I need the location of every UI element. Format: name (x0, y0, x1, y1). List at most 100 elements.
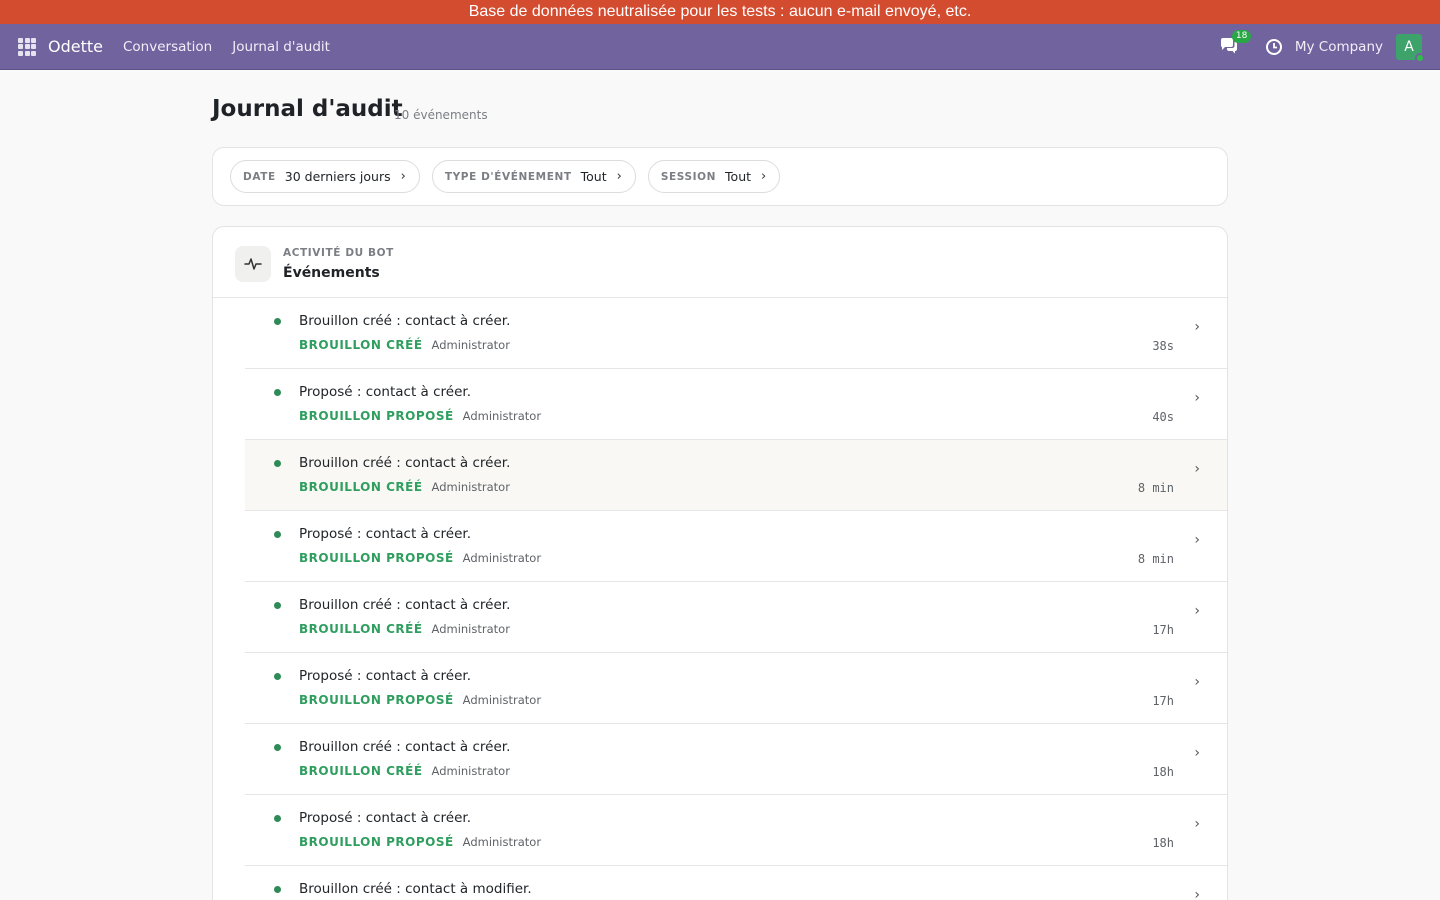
chevron-right-icon: › (400, 169, 406, 184)
event-row[interactable]: Brouillon créé : contact à modifier. › (245, 866, 1227, 900)
event-row[interactable]: Brouillon créé : contact à créer. BROUIL… (245, 298, 1227, 369)
apps-grid-icon[interactable] (18, 37, 36, 56)
chevron-right-icon: › (1194, 461, 1200, 477)
event-time: 38s (1152, 339, 1174, 353)
event-time: 8 min (1137, 552, 1174, 566)
user-avatar[interactable]: A (1396, 33, 1425, 63)
event-tag: BROUILLON PROPOSÉ (299, 693, 454, 707)
chevron-right-icon: › (1194, 887, 1200, 900)
event-text: Proposé : contact à créer. (299, 668, 471, 684)
event-count: 10 événements (394, 108, 488, 122)
top-navbar: Odette Conversation Journal d'audit 18 M… (0, 24, 1440, 70)
event-row[interactable]: Brouillon créé : contact à créer. BROUIL… (245, 724, 1227, 795)
chevron-right-icon: › (1194, 603, 1200, 619)
chevron-right-icon: › (1194, 816, 1200, 832)
event-tag-line: BROUILLON PROPOSÉ Administrator (299, 693, 541, 707)
chevron-right-icon: › (1194, 674, 1200, 690)
filter-value: 30 derniers jours (284, 169, 391, 184)
event-text: Brouillon créé : contact à modifier. (299, 881, 532, 897)
activity-pulse-icon (235, 246, 271, 282)
event-tag: BROUILLON PROPOSÉ (299, 551, 454, 565)
event-text: Proposé : contact à créer. (299, 526, 471, 542)
filters-bar: DATE 30 derniers jours › TYPE D'ÉVÉNEMEN… (212, 147, 1228, 206)
card-kicker: ACTIVITÉ DU BOT (283, 247, 394, 259)
chat-button[interactable]: 18 (1219, 29, 1252, 57)
chevron-right-icon: › (1194, 745, 1200, 761)
status-dot (274, 886, 281, 893)
avatar-initial: A (1404, 38, 1414, 55)
event-user: Administrator (431, 622, 510, 636)
chevron-right-icon: › (616, 169, 622, 184)
event-user: Administrator (462, 693, 542, 707)
event-time: 18h (1152, 765, 1174, 779)
event-tag-line: BROUILLON CRÉÉ Administrator (299, 622, 510, 636)
event-tag: BROUILLON CRÉÉ (299, 480, 423, 494)
event-text: Brouillon créé : contact à créer. (299, 455, 511, 471)
event-user: Administrator (431, 764, 510, 778)
event-text: Brouillon créé : contact à créer. (299, 739, 511, 755)
event-user: Administrator (462, 409, 542, 423)
clock-icon[interactable] (1265, 38, 1283, 56)
event-time: 40s (1152, 410, 1174, 424)
event-tag: BROUILLON PROPOSÉ (299, 835, 454, 849)
test-database-banner: Base de données neutralisée pour les tes… (0, 0, 1440, 24)
status-dot (274, 815, 281, 822)
event-row[interactable]: Proposé : contact à créer. BROUILLON PRO… (245, 653, 1227, 724)
event-time: 17h (1152, 623, 1174, 637)
status-dot (274, 460, 281, 467)
event-tag: BROUILLON CRÉÉ (299, 338, 423, 352)
filter-label: TYPE D'ÉVÉNEMENT (444, 170, 572, 183)
event-time: 18h (1152, 836, 1174, 850)
event-user: Administrator (462, 551, 542, 565)
nav-link-conversation[interactable]: Conversation (123, 39, 212, 55)
card-title: Événements (283, 265, 380, 281)
status-dot (274, 318, 281, 325)
event-tag: BROUILLON PROPOSÉ (299, 409, 454, 423)
event-user: Administrator (431, 480, 510, 494)
online-status-dot (1415, 52, 1425, 63)
status-dot (274, 602, 281, 609)
page-title: Journal d'audit (212, 96, 403, 122)
filter-session[interactable]: SESSION Tout › (647, 160, 781, 193)
event-tag-line: BROUILLON PROPOSÉ Administrator (299, 835, 541, 849)
filter-label: SESSION (660, 170, 717, 183)
event-row[interactable]: Brouillon créé : contact à créer. BROUIL… (245, 582, 1227, 653)
filter-value: Tout (580, 169, 607, 184)
status-dot (274, 744, 281, 751)
chat-unread-badge: 18 (1231, 29, 1252, 43)
event-row[interactable]: Brouillon créé : contact à créer. BROUIL… (245, 440, 1227, 511)
event-row[interactable]: Proposé : contact à créer. BROUILLON PRO… (245, 511, 1227, 582)
navbar-right: 18 My Company A (1219, 24, 1440, 70)
events-card: ACTIVITÉ DU BOT Événements Brouillon cré… (212, 226, 1228, 900)
event-time: 17h (1152, 694, 1174, 708)
filter-label: DATE (243, 170, 276, 183)
filter-value: Tout (725, 169, 752, 184)
event-tag-line: BROUILLON CRÉÉ Administrator (299, 764, 510, 778)
app-brand[interactable]: Odette (48, 37, 103, 56)
status-dot (274, 531, 281, 538)
event-tag-line: BROUILLON CRÉÉ Administrator (299, 480, 510, 494)
filter-event-type[interactable]: TYPE D'ÉVÉNEMENT Tout › (431, 160, 636, 193)
nav-link-audit-log[interactable]: Journal d'audit (232, 39, 330, 55)
filter-date[interactable]: DATE 30 derniers jours › (230, 160, 420, 193)
event-text: Proposé : contact à créer. (299, 384, 471, 400)
event-row[interactable]: Proposé : contact à créer. BROUILLON PRO… (245, 369, 1227, 440)
status-dot (274, 389, 281, 396)
event-tag: BROUILLON CRÉÉ (299, 764, 423, 778)
chevron-right-icon: › (1194, 390, 1200, 406)
company-switcher[interactable]: My Company (1295, 39, 1383, 55)
event-tag-line: BROUILLON PROPOSÉ Administrator (299, 551, 541, 565)
event-user: Administrator (462, 835, 542, 849)
event-text: Brouillon créé : contact à créer. (299, 597, 511, 613)
chevron-right-icon: › (1194, 532, 1200, 548)
event-tag-line: BROUILLON PROPOSÉ Administrator (299, 409, 541, 423)
status-dot (274, 673, 281, 680)
event-row[interactable]: Proposé : contact à créer. BROUILLON PRO… (245, 795, 1227, 866)
chevron-right-icon: › (1194, 319, 1200, 335)
event-text: Proposé : contact à créer. (299, 810, 471, 826)
event-tag-line: BROUILLON CRÉÉ Administrator (299, 338, 510, 352)
card-header: ACTIVITÉ DU BOT Événements (213, 227, 1227, 298)
chevron-right-icon: › (761, 169, 767, 184)
event-tag: BROUILLON CRÉÉ (299, 622, 423, 636)
event-user: Administrator (431, 338, 510, 352)
